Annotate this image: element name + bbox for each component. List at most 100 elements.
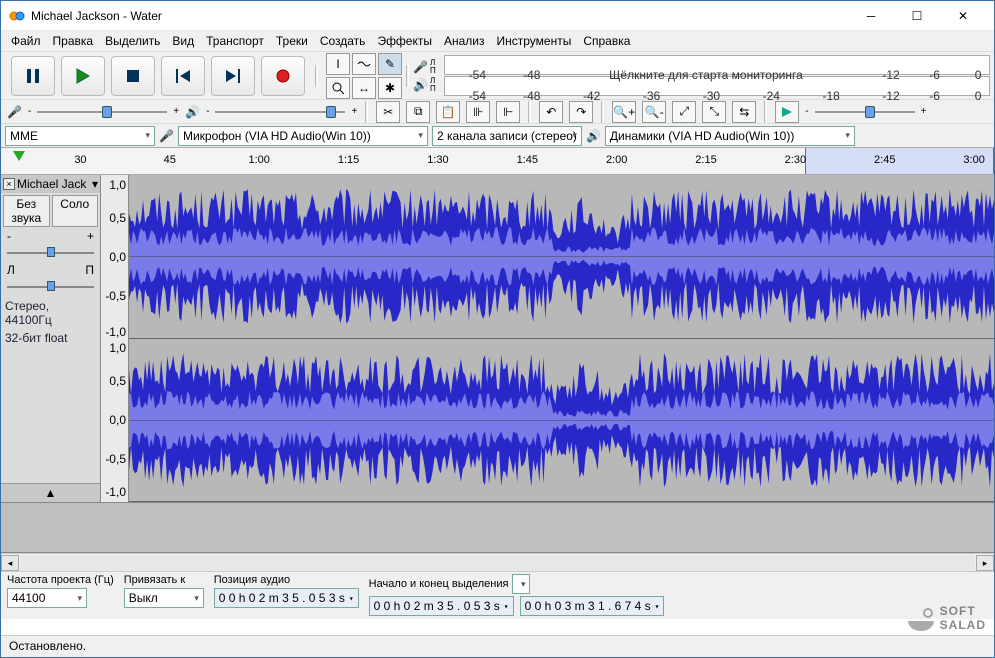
track-area: × Michael Jack ▾ Без звука Соло -+ ЛП Ст… xyxy=(1,175,994,503)
cut-button[interactable]: ✂ xyxy=(376,101,400,123)
zoom-tool[interactable] xyxy=(326,77,350,99)
menu-effects[interactable]: Эффекты xyxy=(371,32,438,50)
waveform-right[interactable] xyxy=(129,339,994,503)
ruler-tick: 30 xyxy=(74,154,86,166)
playback-volume-slider[interactable] xyxy=(215,105,345,119)
ruler-tick: 1:30 xyxy=(427,154,448,166)
timeshift-tool[interactable]: ↔ xyxy=(352,77,376,99)
empty-track-area[interactable] xyxy=(1,503,994,553)
scroll-left-button[interactable]: ◂ xyxy=(1,555,19,571)
redo-button[interactable]: ↷ xyxy=(569,101,593,123)
recording-volume-slider[interactable] xyxy=(37,105,167,119)
audio-position-field[interactable]: 0 0 h 0 2 m 3 5 . 0 5 3 s xyxy=(214,588,359,608)
meter-tick: -48 xyxy=(523,68,540,82)
ruler-tick: 2:15 xyxy=(695,154,716,166)
minimize-button[interactable]: ─ xyxy=(848,1,894,31)
track-pan-slider[interactable] xyxy=(7,281,94,293)
meter-hint: Щёлкните для старта мониторинга xyxy=(609,68,803,82)
selection-tool[interactable]: I xyxy=(326,53,350,75)
trim-button[interactable]: ⊪ xyxy=(466,101,490,123)
menu-tools[interactable]: Инструменты xyxy=(491,32,578,50)
snap-to-combo[interactable]: Выкл xyxy=(124,588,204,608)
meter-tick: -36 xyxy=(643,89,660,103)
selection-start-field[interactable]: 0 0 h 0 2 m 3 5 . 0 5 3 s xyxy=(369,596,514,616)
envelope-tool[interactable] xyxy=(352,53,376,75)
undo-button[interactable]: ↶ xyxy=(539,101,563,123)
fit-selection-button[interactable]: ⤢ xyxy=(672,101,696,123)
skip-end-button[interactable] xyxy=(211,56,255,96)
menu-bar: Файл Правка Выделить Вид Транспорт Треки… xyxy=(1,31,994,51)
separator xyxy=(406,65,409,87)
playhead-icon[interactable] xyxy=(13,151,25,161)
ruler-tick: 1:45 xyxy=(517,154,538,166)
copy-button[interactable]: ⧉ xyxy=(406,101,430,123)
timeline-ruler[interactable]: 30 45 1:00 1:15 1:30 1:45 2:00 2:15 2:30… xyxy=(1,147,994,175)
recording-meter[interactable]: -54 -48 Щёлкните для старта мониторинга … xyxy=(444,55,990,75)
speaker-icon: 🔊 xyxy=(185,105,200,119)
mute-button[interactable]: Без звука xyxy=(3,195,50,227)
ruler-tick: 2:30 xyxy=(785,154,806,166)
track-control-panel: × Michael Jack ▾ Без звука Соло -+ ЛП Ст… xyxy=(1,175,101,502)
menu-generate[interactable]: Создать xyxy=(314,32,372,50)
play-meter-lp: ЛП xyxy=(430,77,436,93)
multi-tool[interactable]: ✱ xyxy=(378,77,402,99)
solo-button[interactable]: Соло xyxy=(52,195,99,227)
record-button[interactable] xyxy=(261,56,305,96)
selection-mode-combo[interactable] xyxy=(512,574,530,594)
app-icon xyxy=(9,8,25,24)
mic-icon: 🎤 xyxy=(159,129,174,143)
menu-file[interactable]: Файл xyxy=(5,32,47,50)
draw-tool[interactable]: ✎ xyxy=(378,53,402,75)
track-close-button[interactable]: × xyxy=(3,178,15,190)
audio-position-label: Позиция аудио xyxy=(214,574,359,586)
track-gain-slider[interactable] xyxy=(7,247,94,259)
menu-transport[interactable]: Транспорт xyxy=(200,32,270,50)
track-name[interactable]: Michael Jack xyxy=(17,177,90,191)
project-rate-combo[interactable]: 44100 xyxy=(7,588,87,608)
menu-analyze[interactable]: Анализ xyxy=(438,32,491,50)
selection-range-label: Начало и конец выделения xyxy=(369,578,509,590)
menu-view[interactable]: Вид xyxy=(166,32,200,50)
waveform-left[interactable] xyxy=(129,175,994,339)
zoom-out-button[interactable]: 🔍- xyxy=(642,101,666,123)
menu-help[interactable]: Справка xyxy=(577,32,636,50)
title-bar: Michael Jackson - Water ─ ☐ ✕ xyxy=(1,1,994,31)
skip-start-button[interactable] xyxy=(161,56,205,96)
track-collapse-button[interactable]: ▲ xyxy=(1,483,100,502)
audio-host-combo[interactable]: MME xyxy=(5,126,155,146)
fit-project-button[interactable]: ⤡ xyxy=(702,101,726,123)
separator xyxy=(365,101,368,123)
meter-tick: -12 xyxy=(882,68,899,82)
play-at-speed-button[interactable] xyxy=(775,101,799,123)
zoom-in-button[interactable]: 🔍+ xyxy=(612,101,636,123)
pause-button[interactable] xyxy=(11,56,55,96)
playback-device-combo[interactable]: Динамики (VIA HD Audio(Win 10)) xyxy=(605,126,855,146)
playback-speed-slider[interactable] xyxy=(815,105,915,119)
meter-tick: -54 xyxy=(469,89,486,103)
track-menu-button[interactable]: ▾ xyxy=(92,177,98,191)
recording-channels-combo[interactable]: 2 канала записи (стерео) xyxy=(432,126,582,146)
meter-tick: -42 xyxy=(583,89,600,103)
recording-device-combo[interactable]: Микрофон (VIA HD Audio(Win 10)) xyxy=(178,126,428,146)
paste-button[interactable]: 📋 xyxy=(436,101,460,123)
tools-grid: I ✎ ↔ ✱ xyxy=(326,53,402,99)
track-format-info: Стерео, 44100Гц xyxy=(1,297,100,329)
menu-edit[interactable]: Правка xyxy=(47,32,100,50)
maximize-button[interactable]: ☐ xyxy=(894,1,940,31)
zoom-toggle-button[interactable]: ⇆ xyxy=(732,101,756,123)
selection-end-field[interactable]: 0 0 h 0 3 m 3 1 . 6 7 4 s xyxy=(520,596,665,616)
scroll-right-button[interactable]: ▸ xyxy=(976,555,994,571)
vertical-scale[interactable]: 1,0 0,5 0,0 -0,5 -1,0 1,0 0,5 0,0 -0,5 -… xyxy=(101,175,129,502)
menu-tracks[interactable]: Треки xyxy=(270,32,314,50)
play-button[interactable] xyxy=(61,56,105,96)
close-button[interactable]: ✕ xyxy=(940,1,986,31)
watermark: SOFTSALAD xyxy=(906,603,986,633)
ruler-tick: 1:15 xyxy=(338,154,359,166)
silence-button[interactable]: ⊩ xyxy=(496,101,520,123)
status-bar: Остановлено. xyxy=(1,635,994,657)
rec-meter-lp: ЛП xyxy=(430,59,436,75)
speaker-icon: 🔊 xyxy=(413,78,428,92)
stop-button[interactable] xyxy=(111,56,155,96)
menu-select[interactable]: Выделить xyxy=(99,32,166,50)
horizontal-scrollbar[interactable]: ◂ ▸ xyxy=(1,553,994,571)
